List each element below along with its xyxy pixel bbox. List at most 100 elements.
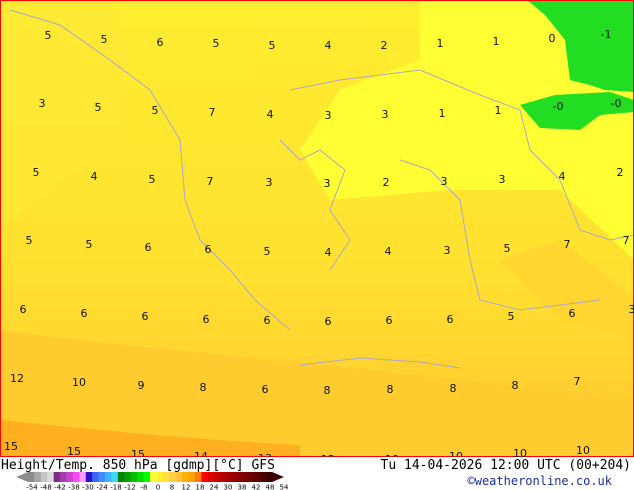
legend-tick: 48 <box>266 484 275 490</box>
legend-tick: -38 <box>68 484 79 490</box>
contour-label: 10 <box>385 453 399 457</box>
contour-label: 7 <box>207 175 214 188</box>
legend-tick: 24 <box>210 484 219 490</box>
contour-label: 2 <box>383 176 390 189</box>
contour-label: 10 <box>513 447 527 457</box>
contour-label: 4 <box>559 170 566 183</box>
contour-label: 15 <box>67 445 81 457</box>
contour-label: 1 <box>495 104 502 117</box>
legend-tick: -48 <box>40 484 51 490</box>
legend-swatch <box>98 472 106 482</box>
contour-label: 5 <box>26 234 33 247</box>
contour-label: 6 <box>262 383 269 396</box>
contour-label: 8 <box>387 383 394 396</box>
contour-label: 6 <box>264 314 271 327</box>
legend-swatch <box>188 472 196 482</box>
contour-label: 4 <box>267 108 274 121</box>
contour-label: 8 <box>324 384 331 397</box>
legend-tick: -54 <box>26 484 38 490</box>
contour-label: 6 <box>157 36 164 49</box>
legend-swatch <box>34 472 42 482</box>
legend-swatch <box>28 472 35 482</box>
contour-label: 5 <box>149 173 156 186</box>
legend-swatch <box>182 472 189 482</box>
contour-label: 14 <box>194 450 208 457</box>
contour-label: 4 <box>325 246 332 259</box>
contour-label: 5 <box>213 37 220 50</box>
legend-swatch <box>47 472 54 482</box>
contour-label: 4 <box>325 39 332 52</box>
contour-label: 7 <box>209 106 216 119</box>
legend-tick: 12 <box>182 484 191 490</box>
legend-tick: -30 <box>82 484 93 490</box>
legend-swatch <box>150 472 157 482</box>
contour-label: 8 <box>450 382 457 395</box>
contour-label: 2 <box>617 166 624 179</box>
contour-label: 7 <box>564 238 571 251</box>
legend-tick: 30 <box>224 484 233 490</box>
legend-swatch <box>143 472 151 482</box>
contour-label: 10 <box>72 376 86 389</box>
legend-swatch <box>207 472 215 482</box>
legend-swatch <box>105 472 112 482</box>
contour-label: 5 <box>152 104 159 117</box>
legend-swatch <box>246 472 254 482</box>
contour-label: 3 <box>441 175 448 188</box>
legend-swatch <box>40 472 48 482</box>
legend-swatch <box>60 472 67 482</box>
legend-swatch <box>252 472 260 482</box>
contour-label: 4 <box>385 245 392 258</box>
contour-label: 3 <box>444 244 451 257</box>
contour-label: 6 <box>142 310 149 323</box>
contour-label: 4 <box>91 170 98 183</box>
legend-tick: 18 <box>196 484 205 490</box>
contour-label: 6 <box>205 243 212 256</box>
contour-label: 6 <box>145 241 152 254</box>
legend-swatch <box>265 472 273 482</box>
contour-label: 3 <box>266 176 273 189</box>
legend-tick: -12 <box>124 484 135 490</box>
legend-tick: 42 <box>252 484 261 490</box>
contour-label: 13 <box>258 452 272 457</box>
contour-label: 5 <box>86 238 93 251</box>
legend-tick: 0 <box>156 484 160 490</box>
legend-tick: -8 <box>141 484 148 490</box>
legend-swatch <box>137 472 144 482</box>
contour-label: 5 <box>269 39 276 52</box>
legend-swatch <box>66 472 74 482</box>
legend-swatch <box>79 472 87 482</box>
contour-label: 2 <box>381 39 388 52</box>
legend-swatch <box>233 472 241 482</box>
contour-label: 7 <box>574 375 581 388</box>
contour-label: 6 <box>81 307 88 320</box>
legend-tick: 38 <box>238 484 247 490</box>
contour-label: 8 <box>200 381 207 394</box>
contour-label: 10 <box>576 444 590 457</box>
contour-label: 3 <box>324 177 331 190</box>
contour-label: 6 <box>447 313 454 326</box>
contour-label: 3 <box>39 97 46 110</box>
contour-label: 5 <box>504 242 511 255</box>
contour-label: 7 <box>623 234 630 247</box>
legend-swatch <box>85 472 93 482</box>
contour-label: 6 <box>386 314 393 327</box>
contour-label: 3 <box>325 109 332 122</box>
legend-swatch <box>214 472 221 482</box>
credit-link[interactable]: ©weatheronline.co.uk <box>468 474 613 488</box>
legend-swatch <box>169 472 176 482</box>
legend-swatch <box>92 472 99 482</box>
legend-tick: -42 <box>54 484 65 490</box>
contour-label: -0 <box>553 100 564 113</box>
legend-swatch <box>175 472 183 482</box>
legend-swatch <box>194 472 202 482</box>
contour-label: 6 <box>325 315 332 328</box>
contour-label: 3 <box>382 108 389 121</box>
contour-label: 15 <box>131 448 145 457</box>
color-legend: -54 -48 -42 -38 -30 -24 -18 -12 -8 0 8 12 18 24 30 38 42… <box>16 472 289 490</box>
contour-label: 15 <box>4 440 18 453</box>
contour-label: 9 <box>138 379 145 392</box>
contour-label: 5 <box>45 29 52 42</box>
contour-label: 5 <box>95 101 102 114</box>
contour-label: 12 <box>321 453 335 457</box>
contour-label: 12 <box>10 372 24 385</box>
